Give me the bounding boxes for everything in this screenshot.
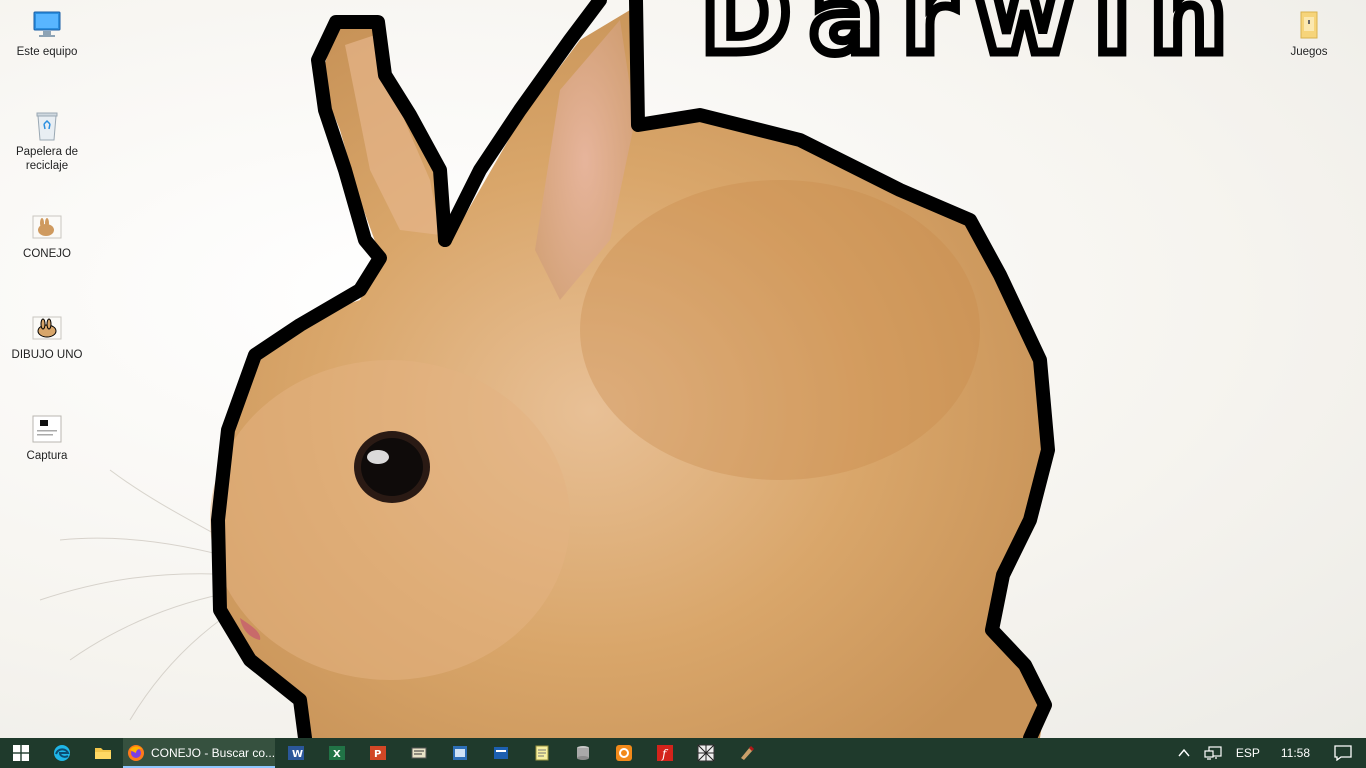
taskbar-dfd[interactable]: [480, 738, 521, 768]
edge-icon: [53, 745, 70, 761]
taskbar-edge[interactable]: [41, 738, 82, 768]
desktop[interactable]: Darwin Este equipo Papelera de reciclaje…: [0, 0, 1366, 738]
notification-icon: [1334, 745, 1352, 761]
desktop-icon-label: DIBUJO UNO: [11, 349, 83, 361]
desktop-icon-este-equipo[interactable]: Este equipo: [8, 8, 86, 59]
taskbar-notepad[interactable]: [521, 738, 562, 768]
show-hidden-icons-button[interactable]: [1171, 738, 1197, 768]
taskbar-grid-tool[interactable]: [685, 738, 726, 768]
taskbar-database[interactable]: [562, 738, 603, 768]
rabbit-image-icon: [32, 215, 62, 239]
action-center-button[interactable]: [1324, 738, 1366, 768]
desktop-icon-dibujo-uno[interactable]: DIBUJO UNO: [8, 311, 86, 362]
dfd-icon: [493, 747, 508, 759]
database-icon: [576, 746, 589, 760]
taskbar-flash[interactable]: f: [644, 738, 685, 768]
windows-logo-icon: [12, 745, 29, 761]
rabbit-drawing-icon: [32, 316, 62, 340]
svg-text:P: P: [374, 749, 381, 760]
desktop-icon-label: Papelera de reciclaje: [15, 146, 79, 172]
wallpaper-rabbit: Darwin: [39, 0, 1245, 738]
desktop-icon-label: Juegos: [1290, 46, 1328, 58]
network-button[interactable]: [1197, 738, 1229, 768]
wallpaper-handwriting: Darwin: [700, 0, 1245, 78]
taskbar-scratch[interactable]: [603, 738, 644, 768]
desktop-icon-papelera[interactable]: Papelera de reciclaje: [8, 108, 86, 173]
screenshot-file-icon: [32, 415, 62, 443]
taskbar-misc-app[interactable]: [726, 738, 767, 768]
svg-text:W: W: [292, 749, 303, 760]
network-icon: [1204, 746, 1222, 760]
scratch-icon: [615, 745, 632, 761]
language-indicator[interactable]: ESP: [1229, 738, 1267, 768]
taskbar-pseint[interactable]: [398, 738, 439, 768]
misc-app-icon: [740, 745, 754, 760]
visual-basic-icon: [452, 746, 467, 760]
taskbar-file-explorer[interactable]: [82, 738, 123, 768]
word-icon: W: [287, 746, 304, 760]
grid-tool-icon: [697, 744, 714, 762]
system-tray: ESP 11:58: [1171, 738, 1366, 768]
computer-icon: [33, 11, 61, 37]
taskbar-firefox-window[interactable]: CONEJO - Buscar co...: [123, 738, 275, 768]
desktop-icon-conejo[interactable]: CONEJO: [8, 210, 86, 261]
taskbar-excel[interactable]: X: [316, 738, 357, 768]
taskbar-visual-basic[interactable]: [439, 738, 480, 768]
excel-icon: X: [328, 746, 345, 760]
notepad-icon: [535, 745, 548, 761]
taskbar-window-title: CONEJO - Buscar co...: [151, 746, 275, 760]
pseint-icon: [411, 747, 426, 759]
firefox-icon: [128, 745, 144, 761]
taskbar-powerpoint[interactable]: P: [357, 738, 398, 768]
taskbar: CONEJO - Buscar co... W X P f ESP 11:58: [0, 738, 1366, 768]
clock[interactable]: 11:58: [1267, 738, 1324, 768]
folder-icon: [1300, 11, 1318, 39]
svg-text:X: X: [333, 749, 341, 760]
recycle-bin-icon: [36, 112, 58, 141]
taskbar-word[interactable]: W: [275, 738, 316, 768]
desktop-icon-label: Este equipo: [16, 46, 78, 58]
desktop-icon-captura[interactable]: Captura: [8, 412, 86, 463]
desktop-icon-label: CONEJO: [23, 248, 71, 260]
start-button[interactable]: [0, 738, 41, 768]
desktop-icon-juegos[interactable]: Juegos: [1270, 8, 1348, 59]
chevron-up-icon: [1178, 748, 1190, 757]
file-explorer-icon: [94, 748, 111, 759]
powerpoint-icon: P: [369, 746, 386, 760]
flash-icon: f: [656, 745, 673, 761]
desktop-icon-label: Captura: [26, 450, 68, 462]
